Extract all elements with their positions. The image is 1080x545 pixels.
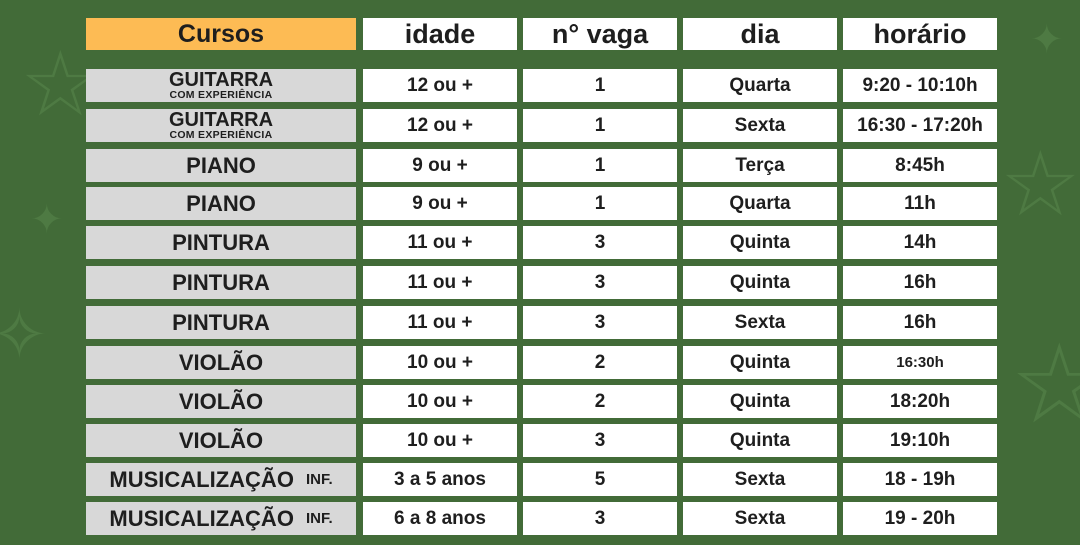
- vaga-cell: 1: [523, 109, 677, 142]
- dia-cell: Sexta: [683, 463, 837, 496]
- dia-cell: Sexta: [683, 502, 837, 535]
- header-idade: idade: [363, 18, 517, 50]
- dia-cell: Quarta: [683, 69, 837, 102]
- course-cell: MUSICALIZAÇÃO INF.: [86, 463, 356, 496]
- idade-cell: 12 ou +: [363, 69, 517, 102]
- dia-cell: Sexta: [683, 306, 837, 339]
- star-icon: ✧: [0, 296, 49, 374]
- horario-cell: 16:30 - 17:20h: [843, 109, 997, 142]
- course-cell: GUITARRA COM EXPERIÊNCIA: [86, 109, 356, 142]
- course-cell: MUSICALIZAÇÃO INF.: [86, 502, 356, 535]
- idade-cell: 3 a 5 anos: [363, 463, 517, 496]
- vaga-cell: 2: [523, 346, 677, 379]
- vaga-cell: 5: [523, 463, 677, 496]
- course-name: GUITARRA: [168, 69, 274, 92]
- vaga-cell: 2: [523, 385, 677, 418]
- course-subtitle: COM EXPERIÊNCIA: [169, 129, 273, 142]
- vaga-cell: 1: [523, 69, 677, 102]
- course-cell: PINTURA: [86, 266, 356, 299]
- horario-cell: 11h: [843, 187, 997, 220]
- idade-cell: 10 ou +: [363, 385, 517, 418]
- course-cell: PIANO: [86, 149, 356, 182]
- header-horario: horário: [843, 18, 997, 50]
- idade-cell: 9 ou +: [363, 187, 517, 220]
- dia-cell: Terça: [683, 149, 837, 182]
- header-vaga: n° vaga: [523, 18, 677, 50]
- horario-cell: 8:45h: [843, 149, 997, 182]
- idade-cell: 11 ou +: [363, 226, 517, 259]
- dia-cell: Sexta: [683, 109, 837, 142]
- horario-cell: 16:30h: [843, 346, 997, 379]
- course-suffix: INF.: [305, 510, 333, 527]
- horario-cell: 18:20h: [843, 385, 997, 418]
- idade-cell: 10 ou +: [363, 424, 517, 457]
- horario-cell: 9:20 - 10:10h: [843, 69, 997, 102]
- vaga-cell: 3: [523, 424, 677, 457]
- course-name: MUSICALIZAÇÃO: [109, 505, 294, 531]
- horario-cell: 18 - 19h: [843, 463, 997, 496]
- course-cell: PIANO: [86, 187, 356, 220]
- idade-cell: 6 a 8 anos: [363, 502, 517, 535]
- dia-cell: Quinta: [683, 266, 837, 299]
- horario-cell: 14h: [843, 226, 997, 259]
- course-subtitle: COM EXPERIÊNCIA: [169, 89, 273, 102]
- dia-cell: Quinta: [683, 424, 837, 457]
- vaga-cell: 1: [523, 149, 677, 182]
- course-cell: VIOLÃO: [86, 385, 356, 418]
- course-cell: PINTURA: [86, 226, 356, 259]
- idade-cell: 11 ou +: [363, 306, 517, 339]
- horario-cell: 16h: [843, 266, 997, 299]
- horario-cell: 16h: [843, 306, 997, 339]
- star-icon: ✦: [30, 198, 64, 242]
- dia-cell: Quarta: [683, 187, 837, 220]
- course-cell: PINTURA: [86, 306, 356, 339]
- course-cell: VIOLÃO: [86, 346, 356, 379]
- vaga-cell: 3: [523, 226, 677, 259]
- header-cursos: Cursos: [86, 18, 356, 50]
- idade-cell: 9 ou +: [363, 149, 517, 182]
- course-suffix: INF.: [305, 471, 333, 488]
- idade-cell: 11 ou +: [363, 266, 517, 299]
- vaga-cell: 3: [523, 266, 677, 299]
- vaga-cell: 3: [523, 502, 677, 535]
- dia-cell: Quinta: [683, 346, 837, 379]
- dia-cell: Quinta: [683, 226, 837, 259]
- horario-cell: 19 - 20h: [843, 502, 997, 535]
- course-cell: VIOLÃO: [86, 424, 356, 457]
- star-icon: ☆: [1000, 135, 1080, 235]
- course-name: GUITARRA: [168, 109, 274, 132]
- idade-cell: 10 ou +: [363, 346, 517, 379]
- dia-cell: Quinta: [683, 385, 837, 418]
- idade-cell: 12 ou +: [363, 109, 517, 142]
- vaga-cell: 1: [523, 187, 677, 220]
- course-name: MUSICALIZAÇÃO: [109, 466, 294, 492]
- star-icon: ✦: [1030, 18, 1064, 62]
- star-icon: ☆: [1010, 323, 1080, 446]
- horario-cell: 19:10h: [843, 424, 997, 457]
- course-cell: GUITARRA COM EXPERIÊNCIA: [86, 69, 356, 102]
- header-dia: dia: [683, 18, 837, 50]
- vaga-cell: 3: [523, 306, 677, 339]
